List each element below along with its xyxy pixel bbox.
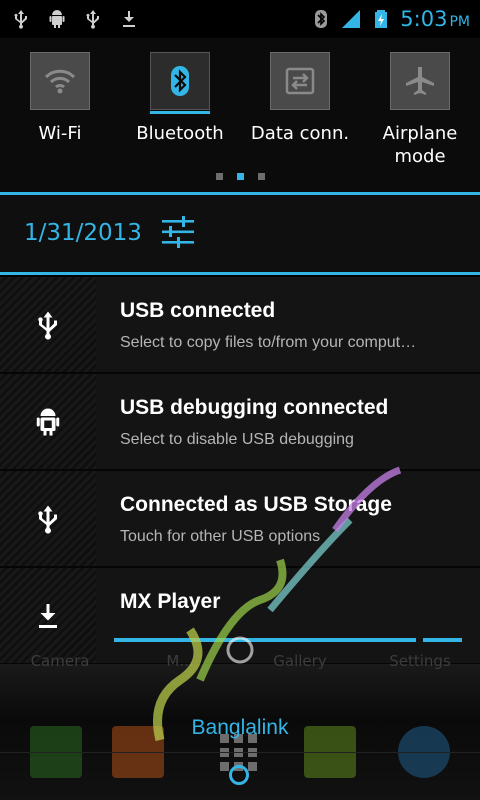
tile-airplane-mode-label: Airplane mode [382, 123, 458, 167]
airplane-icon [406, 67, 434, 95]
settings-button[interactable] [160, 215, 196, 249]
notification-title: USB debugging connected [120, 396, 389, 419]
usb-icon [38, 505, 57, 534]
notification-icon-column [0, 471, 96, 566]
notification-usb-storage[interactable]: Connected as USB Storage Touch for other… [0, 471, 480, 568]
notification-icon-column [0, 374, 96, 469]
wifi-toggle[interactable] [30, 52, 90, 110]
airplane-mode-toggle[interactable] [390, 52, 450, 110]
progress-fill [114, 638, 416, 642]
data-connection-icon [285, 67, 315, 95]
notification-title: MX Player [120, 590, 221, 613]
download-icon [118, 8, 140, 30]
status-system-icons: 5:03 PM [310, 7, 480, 31]
tile-wifi-label: Wi-Fi [38, 123, 82, 144]
download-icon [39, 603, 57, 628]
date-label: 1/31/2013 [24, 220, 142, 246]
notification-text: Select to copy files to/from your comput… [120, 334, 417, 351]
bluetooth-icon [310, 8, 332, 30]
app-label: Settings [389, 652, 451, 670]
notification-icon-column [0, 568, 96, 663]
app-label: Gallery [273, 652, 327, 670]
status-bar: 5:03 PM [0, 0, 480, 38]
download-progress-bar [114, 638, 462, 642]
notification-list: USB connected Select to copy files to/fr… [0, 277, 480, 665]
notification-title: USB connected [120, 299, 276, 322]
tile-wifi[interactable]: Wi-Fi [0, 52, 120, 168]
panel-handle-ring[interactable] [229, 765, 249, 785]
android-debug-icon [36, 408, 60, 435]
clock-time: 5:03 [400, 7, 448, 31]
sliders-icon [162, 216, 194, 248]
notification-text: Touch for other USB options [120, 528, 321, 545]
page-dot-active [236, 173, 244, 180]
app-label: Camera [30, 652, 90, 670]
notification-text: Select to disable USB debugging [120, 431, 354, 448]
signal-icon [340, 8, 362, 30]
tile-airplane-mode[interactable]: Airplane mode [360, 52, 480, 168]
app-label: M... [166, 652, 194, 670]
notification-usb-connected[interactable]: USB connected Select to copy files to/fr… [0, 277, 480, 374]
clock-ampm: PM [449, 14, 470, 30]
tile-data-connection-label: Data conn. [250, 123, 350, 144]
panel-handle-line [0, 752, 480, 753]
quick-settings-row: Wi-Fi Bluetooth Data conn. Airplane mode [0, 52, 480, 168]
bluetooth-toggle[interactable] [150, 52, 210, 114]
header-divider [0, 272, 480, 275]
status-clock: 5:03 PM [400, 7, 470, 31]
tile-data-connection[interactable]: Data conn. [240, 52, 360, 168]
tile-bluetooth-label: Bluetooth [136, 123, 224, 144]
usb-icon [38, 311, 57, 340]
page-dot [257, 173, 265, 180]
notification-header: 1/31/2013 [0, 195, 480, 272]
usb-icon [10, 8, 32, 30]
notification-title: Connected as USB Storage [120, 493, 392, 516]
wifi-icon [44, 69, 76, 94]
notification-mx-player[interactable]: MX Player [0, 568, 480, 665]
android-debug-icon [46, 8, 68, 30]
page-dot [215, 173, 223, 180]
progress-fill-secondary [423, 638, 462, 642]
quick-settings-panel: Wi-Fi Bluetooth Data conn. Airplane mode [0, 38, 480, 192]
battery-charging-icon [370, 8, 392, 30]
data-connection-toggle[interactable] [270, 52, 330, 110]
quick-settings-page-indicator [0, 173, 480, 180]
home-app-labels: Camera M... Gallery Settings [0, 652, 480, 676]
usb-icon [82, 8, 104, 30]
bluetooth-icon [171, 66, 189, 96]
status-notification-icons [0, 8, 140, 30]
notification-usb-debugging[interactable]: USB debugging connected Select to disabl… [0, 374, 480, 471]
tile-bluetooth[interactable]: Bluetooth [120, 52, 240, 168]
notification-icon-column [0, 277, 96, 372]
carrier-label: Banglalink [191, 716, 289, 739]
